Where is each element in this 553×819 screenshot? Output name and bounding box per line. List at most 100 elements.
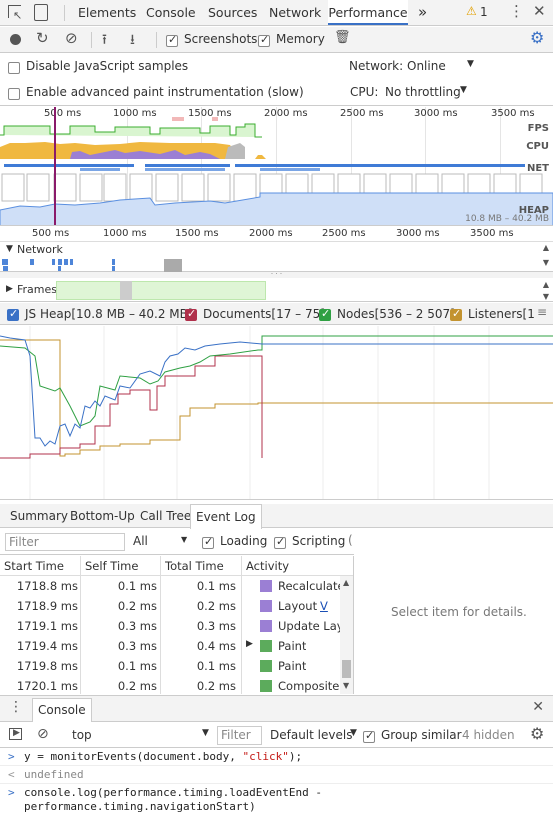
tab-event-log[interactable]: Event Log bbox=[190, 504, 262, 529]
drawer-tab-console[interactable]: Console bbox=[32, 698, 92, 722]
playhead-marker bbox=[54, 107, 56, 225]
tab-console[interactable]: Console bbox=[146, 0, 196, 25]
expand-triangle-icon[interactable]: ▶ bbox=[246, 639, 253, 649]
loading-label: Loading bbox=[220, 534, 268, 548]
log-levels-select[interactable]: Default levels ▼ bbox=[270, 728, 360, 742]
table-row[interactable]: 1718.9 ms 0.2 ms 0.2 ms Layout V bbox=[0, 596, 340, 616]
counter-graphs[interactable] bbox=[0, 326, 553, 500]
category-swatch bbox=[260, 600, 272, 612]
splitter-handle[interactable]: · · · bbox=[0, 271, 553, 278]
clear-icon[interactable]: ⊘ bbox=[65, 29, 78, 47]
scrollbar-thumb[interactable] bbox=[342, 660, 351, 678]
memory-label: Memory bbox=[276, 32, 325, 46]
table-row[interactable]: 1719.4 ms 0.3 ms 0.4 ms ▶ Paint bbox=[0, 636, 340, 656]
column-header-self-time[interactable]: Self Time bbox=[85, 559, 138, 573]
cpu-throttle-select[interactable]: No throttling ▼ bbox=[385, 85, 470, 99]
fps-graph bbox=[0, 123, 262, 138]
load-profile-icon[interactable]: ⭱ bbox=[102, 29, 107, 53]
group-similar-checkbox[interactable] bbox=[363, 729, 375, 743]
event-log-filter-bar: Filter All ▼ Loading Scripting ( bbox=[0, 529, 354, 555]
console-filter-input[interactable]: Filter bbox=[217, 726, 262, 745]
table-row[interactable]: 1718.8 ms 0.1 ms 0.1 ms Recalculate bbox=[0, 576, 340, 596]
scroll-up-icon[interactable]: ▲ bbox=[343, 578, 349, 587]
legend-menu-icon[interactable]: ≡ bbox=[536, 305, 547, 319]
console-settings-icon[interactable]: ⚙ bbox=[530, 724, 544, 743]
column-header-total-time[interactable]: Total Time bbox=[165, 559, 224, 573]
capture-settings-panel: Disable JavaScript samples Network: Onli… bbox=[0, 54, 553, 106]
network-throttle-select[interactable]: Online ▼ bbox=[407, 59, 477, 73]
menu-icon[interactable]: ⋮ bbox=[509, 2, 524, 20]
capture-settings-icon[interactable]: ⚙ bbox=[530, 28, 544, 47]
warning-count[interactable]: 1 bbox=[480, 5, 488, 19]
start-time-cell: 1720.1 ms bbox=[16, 679, 78, 693]
event-filter-input[interactable]: Filter bbox=[5, 533, 125, 551]
flamechart-tick: 500 ms bbox=[32, 228, 70, 239]
frames-track-label: Frames bbox=[17, 283, 58, 296]
console-input-line[interactable]: > console.log(performance.timing.loadEve… bbox=[0, 785, 553, 819]
documents-label: Documents[17 – 75] bbox=[203, 307, 325, 321]
console-output: > y = monitorEvents(document.body, "clic… bbox=[0, 749, 553, 819]
source-link[interactable]: V bbox=[320, 599, 328, 613]
table-scrollbar[interactable]: ▲ ▼ bbox=[340, 576, 353, 694]
save-profile-icon[interactable]: ⭳ bbox=[130, 29, 135, 53]
device-toolbar-icon[interactable] bbox=[34, 4, 48, 21]
table-row[interactable]: 1720.1 ms 0.2 ms 0.2 ms Composite bbox=[0, 676, 340, 694]
memory-checkbox[interactable] bbox=[258, 33, 270, 47]
listeners-checkbox[interactable] bbox=[450, 307, 462, 321]
reload-record-icon[interactable]: ↻ bbox=[36, 29, 49, 47]
scripting-checkbox[interactable] bbox=[274, 535, 286, 549]
close-devtools-icon[interactable]: ✕ bbox=[533, 2, 546, 20]
drawer-menu-icon[interactable]: ⋮ bbox=[9, 699, 23, 715]
chevron-down-icon: ▼ bbox=[467, 59, 474, 69]
more-tabs-button[interactable]: » bbox=[418, 0, 427, 25]
close-drawer-icon[interactable]: ✕ bbox=[532, 699, 544, 715]
tab-summary[interactable]: Summary bbox=[10, 509, 68, 523]
scroll-down-icon[interactable]: ▼ bbox=[543, 292, 549, 301]
tab-network[interactable]: Network bbox=[269, 0, 321, 25]
column-header-activity[interactable]: Activity bbox=[246, 559, 289, 573]
warning-icon[interactable]: ⚠ bbox=[466, 4, 477, 18]
loading-checkbox[interactable] bbox=[202, 535, 214, 549]
collapse-triangle-icon[interactable]: ▼ bbox=[6, 244, 13, 254]
js-heap-counter-line bbox=[0, 335, 553, 447]
scroll-up-icon[interactable]: ▲ bbox=[543, 280, 549, 289]
start-time-cell: 1718.8 ms bbox=[16, 579, 78, 593]
tab-bottom-up[interactable]: Bottom-Up bbox=[70, 509, 135, 523]
flamechart-tick: 2000 ms bbox=[249, 228, 293, 239]
timeline-overview[interactable]: 500 ms 1000 ms 1500 ms 2000 ms 2500 ms 3… bbox=[0, 107, 553, 226]
js-heap-label: JS Heap[10.8 MB – 40.2 MB] bbox=[25, 307, 193, 321]
scroll-up-icon[interactable]: ▲ bbox=[543, 243, 549, 252]
tab-call-tree[interactable]: Call Tree bbox=[140, 509, 191, 523]
context-select[interactable]: top ▼ bbox=[72, 728, 212, 742]
category-swatch bbox=[260, 640, 272, 652]
tab-elements[interactable]: Elements bbox=[78, 0, 136, 25]
tab-sources[interactable]: Sources bbox=[208, 0, 257, 25]
collect-garbage-icon[interactable]: 🗑 bbox=[334, 30, 351, 45]
table-row[interactable]: 1719.8 ms 0.1 ms 0.1 ms Paint bbox=[0, 656, 340, 676]
js-heap-checkbox[interactable] bbox=[7, 307, 19, 321]
category-swatch bbox=[260, 660, 272, 672]
screenshots-checkbox[interactable] bbox=[166, 33, 178, 47]
tab-performance[interactable]: Performance bbox=[328, 0, 408, 25]
column-header-start-time[interactable]: Start Time bbox=[4, 559, 64, 573]
flamechart-tick: 1500 ms bbox=[175, 228, 219, 239]
expand-triangle-icon[interactable]: ▶ bbox=[6, 284, 13, 294]
nodes-checkbox[interactable] bbox=[319, 307, 331, 321]
disable-js-samples-checkbox[interactable] bbox=[8, 60, 20, 74]
record-icon[interactable] bbox=[10, 34, 21, 45]
frames-track[interactable]: ▶ Frames ▲ ▼ bbox=[0, 280, 553, 302]
network-track[interactable]: ▼ Network ▲ ▼ bbox=[0, 242, 553, 272]
event-log-table: Start Time Self Time Total Time Activity… bbox=[0, 556, 354, 694]
console-result-line: < undefined bbox=[0, 767, 553, 784]
scroll-down-icon[interactable]: ▼ bbox=[543, 258, 549, 267]
clear-console-icon[interactable]: ⊘ bbox=[37, 726, 49, 742]
documents-checkbox[interactable] bbox=[185, 307, 197, 321]
start-time-cell: 1719.1 ms bbox=[16, 619, 78, 633]
table-row[interactable]: 1719.1 ms 0.3 ms 0.3 ms Update Lay bbox=[0, 616, 340, 636]
scroll-down-icon[interactable]: ▼ bbox=[343, 681, 349, 690]
listeners-counter-line bbox=[0, 339, 553, 457]
nodes-label: Nodes[536 – 2 507] bbox=[337, 307, 455, 321]
paint-instrumentation-checkbox[interactable] bbox=[8, 86, 20, 100]
duration-filter-select[interactable]: All ▼ bbox=[133, 534, 193, 548]
fps-drop-marker bbox=[212, 117, 218, 121]
